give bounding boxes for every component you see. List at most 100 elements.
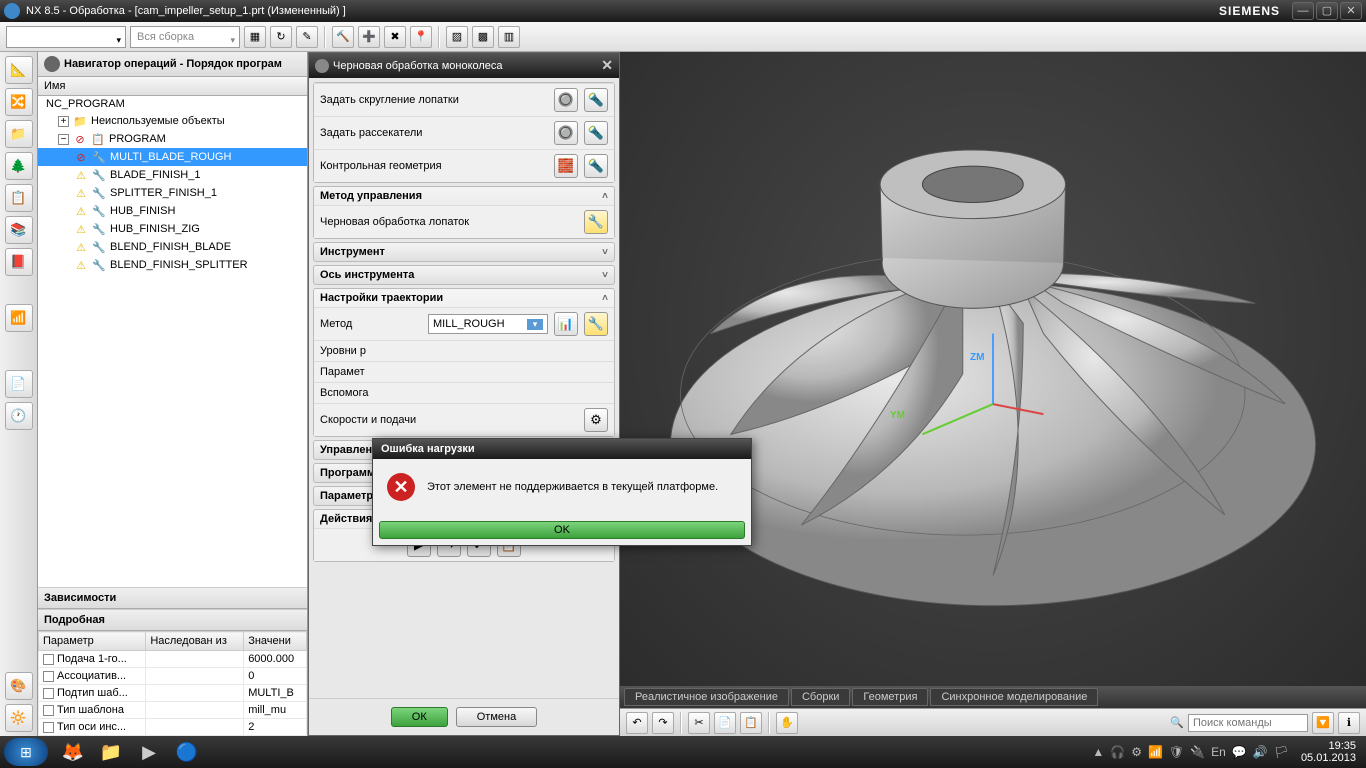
viewport-tab[interactable]: Реалистичное изображение — [624, 688, 789, 706]
error-dialog-title[interactable]: Ошибка нагрузки — [373, 439, 751, 459]
view-icon-copy[interactable]: 📄 — [714, 712, 736, 734]
dialog-titlebar[interactable]: Черновая обработка моноколеса ✕ — [309, 53, 619, 78]
table-row[interactable]: Ассоциатив...0 — [39, 668, 307, 685]
table-row[interactable]: Тип шаблонаmill_mu — [39, 702, 307, 719]
view-icon-info[interactable]: ℹ — [1338, 712, 1360, 734]
flashlight-icon[interactable]: 🔦 — [584, 121, 608, 145]
expand-icon[interactable]: − — [58, 134, 69, 145]
table-row[interactable]: Подтип шаб...MULTI_B — [39, 685, 307, 702]
tray-icon[interactable]: 🏳 — [1274, 745, 1289, 759]
taskbar-nx-icon[interactable]: 🔵 — [168, 738, 206, 766]
strip-icon-palette[interactable]: 🎨 — [5, 672, 33, 700]
flashlight-icon[interactable]: 🔦 — [584, 154, 608, 178]
toolbar-icon-refresh[interactable]: ↻ — [270, 26, 292, 48]
table-row[interactable]: Тип оси инс...2 — [39, 719, 307, 736]
operation-tree[interactable]: NC_PROGRAM + 📁 Неиспользуемые объекты − … — [38, 96, 307, 587]
dependencies-header[interactable]: Зависимости — [38, 587, 307, 609]
tree-op-hub-finish[interactable]: ⚠ 🔧 HUB_FINISH — [38, 202, 307, 220]
tree-op-splitter-finish-1[interactable]: ⚠ 🔧 SPLITTER_FINISH_1 — [38, 184, 307, 202]
tray-icon[interactable]: ▲ — [1092, 745, 1104, 759]
flashlight-icon[interactable]: 🔦 — [584, 88, 608, 112]
view-icon-cut[interactable]: ✂ — [688, 712, 710, 734]
tray-icon[interactable]: 🎧 — [1110, 745, 1125, 759]
tree-op-multi-blade-rough[interactable]: ⊘ 🔧 MULTI_BLADE_ROUGH — [38, 148, 307, 166]
section-drive-method[interactable]: Метод управления˄ — [314, 187, 614, 205]
close-button[interactable]: ✕ — [1340, 2, 1362, 20]
viewport-tab[interactable]: Геометрия — [852, 688, 928, 706]
table-row[interactable]: Подача 1-го...6000.000 — [39, 651, 307, 668]
toolbar-icon-plus[interactable]: ➕ — [358, 26, 380, 48]
section-tool[interactable]: Инструмент˅ — [314, 243, 614, 261]
dialog-close-button[interactable]: ✕ — [601, 57, 613, 74]
view-icon-paste[interactable]: 📋 — [740, 712, 762, 734]
tree-op-hub-finish-zig[interactable]: ⚠ 🔧 HUB_FINISH_ZIG — [38, 220, 307, 238]
toolbar-icon-brick3[interactable]: ▥ — [498, 26, 520, 48]
tray-icon[interactable]: 🛡 — [1169, 745, 1184, 759]
strip-icon-wifi[interactable]: 📶 — [5, 304, 33, 332]
strip-icon-books[interactable]: 📕 — [5, 248, 33, 276]
viewport-tab[interactable]: Синхронное моделирование — [930, 688, 1098, 706]
tray-icon[interactable]: 📶 — [1148, 745, 1163, 759]
select-geometry-button[interactable]: 🔘 — [554, 88, 578, 112]
start-button[interactable]: ⊞ — [4, 738, 48, 766]
taskbar-player-icon[interactable]: ▶ — [130, 738, 168, 766]
strip-icon-gauge[interactable]: 🔆 — [5, 704, 33, 732]
view-icon-touch[interactable]: ✋ — [776, 712, 798, 734]
strip-icon-doc[interactable]: 📄 — [5, 370, 33, 398]
strip-icon-clock[interactable]: 🕐 — [5, 402, 33, 430]
view-icon-undo[interactable]: ↶ — [626, 712, 648, 734]
strip-icon-table[interactable]: 📋 — [5, 184, 33, 212]
toolbar-icon-brick1[interactable]: ▨ — [446, 26, 468, 48]
toolbar-icon-brick2[interactable]: ▩ — [472, 26, 494, 48]
param-col-param[interactable]: Параметр — [39, 632, 146, 651]
param-col-value[interactable]: Значени — [244, 632, 307, 651]
tray-lang[interactable]: En — [1211, 745, 1226, 759]
3d-viewport[interactable]: ZM YM Реалистичное изображение Сборки Ге… — [620, 52, 1366, 736]
command-search-input[interactable] — [1188, 714, 1308, 732]
method-tool-button[interactable]: 🔧 — [584, 312, 608, 336]
select-geometry-button[interactable]: 🧱 — [554, 154, 578, 178]
edit-button[interactable]: 🔧 — [584, 210, 608, 234]
select-geometry-button[interactable]: 🔘 — [554, 121, 578, 145]
tray-icon[interactable]: 🔌 — [1190, 745, 1205, 759]
method-edit-button[interactable]: 📊 — [554, 312, 578, 336]
toolbar-icon-hammer[interactable]: 🔨 — [332, 26, 354, 48]
expand-icon[interactable]: + — [58, 116, 69, 127]
tree-op-blade-finish-1[interactable]: ⚠ 🔧 BLADE_FINISH_1 — [38, 166, 307, 184]
tree-root[interactable]: NC_PROGRAM — [38, 96, 307, 112]
toolbar-icon-pin[interactable]: 📍 — [410, 26, 432, 48]
strip-icon-model[interactable]: 📐 — [5, 56, 33, 84]
minimize-button[interactable]: — — [1292, 2, 1314, 20]
details-header[interactable]: Подробная — [38, 609, 307, 631]
view-icon-help[interactable]: 🔽 — [1312, 712, 1334, 734]
ok-button[interactable]: ОК — [391, 707, 448, 727]
view-icon-redo[interactable]: ↷ — [652, 712, 674, 734]
tree-unused[interactable]: + 📁 Неиспользуемые объекты — [38, 112, 307, 130]
tray-icon[interactable]: 💬 — [1232, 745, 1247, 759]
viewport-tab[interactable]: Сборки — [791, 688, 850, 706]
tree-op-blend-finish-blade[interactable]: ⚠ 🔧 BLEND_FINISH_BLADE — [38, 238, 307, 256]
section-tool-axis[interactable]: Ось инструмента˅ — [314, 266, 614, 284]
cancel-button[interactable]: Отмена — [456, 707, 537, 727]
error-ok-button[interactable]: OK — [379, 521, 745, 539]
assembly-scope-dropdown[interactable]: Вся сборка — [130, 26, 240, 48]
strip-icon-tree[interactable]: 🌲 — [5, 152, 33, 180]
tree-program[interactable]: − ⊘ 📋 PROGRAM — [38, 130, 307, 148]
param-col-inherited[interactable]: Наследован из — [146, 632, 244, 651]
section-path-settings[interactable]: Настройки траектории˄ — [314, 289, 614, 307]
tray-icon[interactable]: 🔊 — [1253, 745, 1268, 759]
strip-icon-layers[interactable]: 📚 — [5, 216, 33, 244]
toolbar-icon-highlight[interactable]: ✎ — [296, 26, 318, 48]
strip-icon-nav[interactable]: 🔀 — [5, 88, 33, 116]
method-select[interactable]: MILL_ROUGH▾ — [428, 314, 548, 334]
taskbar-firefox-icon[interactable]: 🦊 — [54, 738, 92, 766]
toolbar-icon-cube[interactable]: ▦ — [244, 26, 266, 48]
toolbar-icon-cross[interactable]: ✖ — [384, 26, 406, 48]
maximize-button[interactable]: ▢ — [1316, 2, 1338, 20]
taskbar-explorer-icon[interactable]: 📁 — [92, 738, 130, 766]
taskbar-clock[interactable]: 19:35 05.01.2013 — [1295, 740, 1362, 764]
navigator-column-name[interactable]: Имя — [38, 77, 307, 96]
strip-icon-folder[interactable]: 📁 — [5, 120, 33, 148]
speeds-button[interactable]: ⚙ — [584, 408, 608, 432]
tree-op-blend-finish-splitter[interactable]: ⚠ 🔧 BLEND_FINISH_SPLITTER — [38, 256, 307, 274]
